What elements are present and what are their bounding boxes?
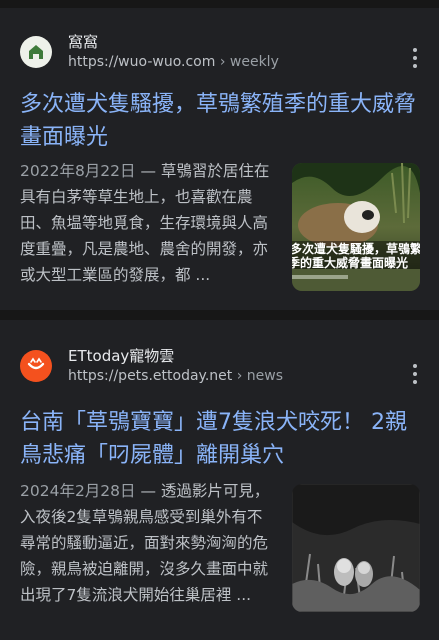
thumb-caption-line2: 季的重大威脅畫面曝光 bbox=[292, 255, 408, 270]
search-result-card: 窩窩 https://wuo-wuo.com › weekly 多次遭犬隻騷擾，… bbox=[0, 8, 439, 310]
result-date: 2024年2月28日 bbox=[20, 482, 136, 500]
more-vert-icon[interactable] bbox=[411, 48, 419, 68]
site-url: https://wuo-wuo.com › weekly bbox=[68, 54, 279, 70]
top-strip bbox=[0, 0, 439, 8]
site-name: ETtoday寵物雲 bbox=[68, 347, 175, 365]
result-source[interactable]: 窩窩 https://wuo-wuo.com › weekly bbox=[20, 32, 279, 72]
result-separator bbox=[0, 310, 439, 320]
result-title-link[interactable]: 多次遭犬隻騷擾，草鴞繁殖季的重大威脅畫面曝光 bbox=[20, 88, 421, 154]
result-date: 2022年8月22日 bbox=[20, 162, 136, 180]
thumb-caption-line1: 多次遭犬隻騷擾，草鴞繁 bbox=[292, 241, 420, 256]
cat-face-icon bbox=[20, 350, 52, 382]
search-result-card: ETtoday寵物雲 https://pets.ettoday.net › ne… bbox=[0, 320, 439, 640]
result-thumbnail[interactable]: 多次遭犬隻騷擾，草鴞繁 季的重大威脅畫面曝光 bbox=[292, 163, 420, 291]
result-thumbnail[interactable] bbox=[292, 484, 420, 612]
more-vert-icon[interactable] bbox=[411, 364, 419, 384]
result-source[interactable]: ETtoday寵物雲 https://pets.ettoday.net › ne… bbox=[20, 346, 283, 386]
site-url: https://pets.ettoday.net › news bbox=[68, 368, 283, 384]
result-title-link[interactable]: 台南「草鴞寶寶」遭7隻浪犬咬死！ 2親鳥悲痛「叼屍體」離開巢穴 bbox=[20, 406, 421, 472]
result-snippet: 2024年2月28日 — 透過影片可見，入夜後2隻草鴞親鳥感受到巢外有不尋常的騷… bbox=[20, 482, 270, 604]
result-snippet: 2022年8月22日 — 草鴞習於居住在具有白茅等草生地上，也喜歡在農田、魚塭等… bbox=[20, 162, 270, 284]
house-icon bbox=[20, 36, 52, 68]
site-name: 窩窩 bbox=[68, 33, 99, 51]
